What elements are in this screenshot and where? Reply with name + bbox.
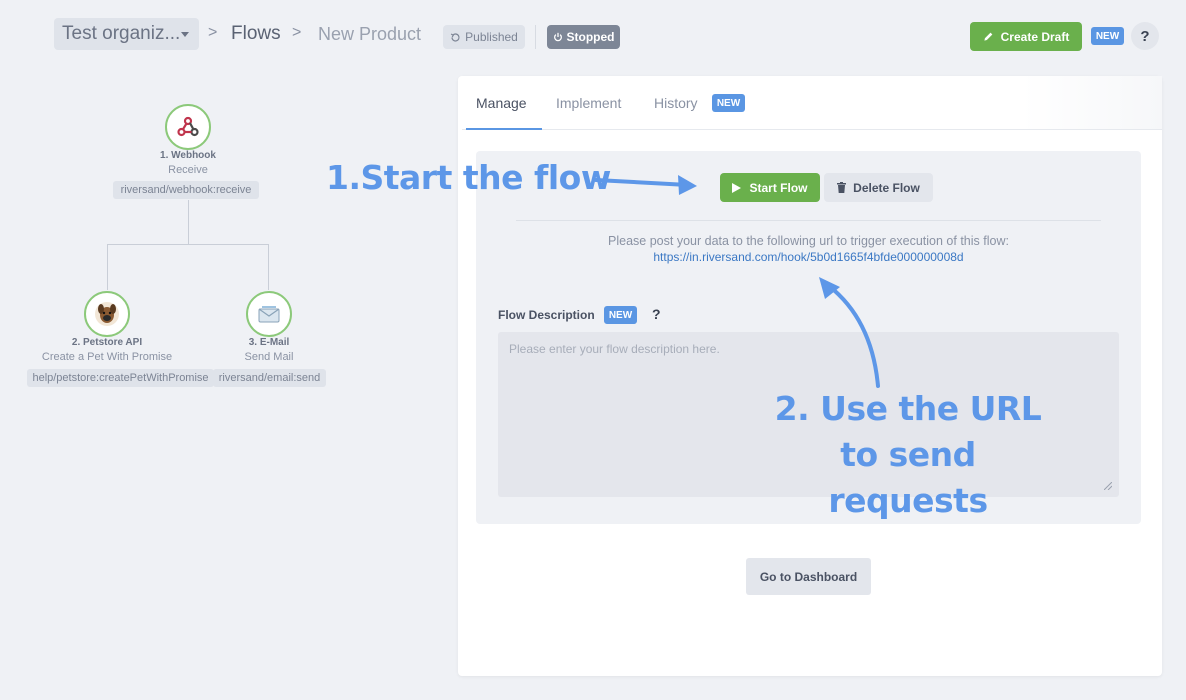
organization-select[interactable]: Test organiz... [54,18,199,50]
create-draft-button[interactable]: Create Draft [970,22,1082,51]
connector-line [188,200,189,244]
flow-description-label: Flow Description [498,308,595,322]
description-help-icon[interactable]: ? [652,306,661,322]
help-button[interactable]: ? [1131,22,1159,50]
new-badge: NEW [712,94,745,112]
node-subtitle: Create a Pet With Promise [41,351,173,363]
published-status-button[interactable]: Published [443,25,525,49]
node-path: riversand/email:send [213,369,326,387]
tab-bar: Manage Implement History NEW [462,76,1162,130]
email-icon [258,306,280,323]
tab-manage[interactable]: Manage [476,95,527,111]
node-path: riversand/webhook:receive [113,181,259,199]
chevron-down-icon [181,32,189,37]
history-icon [450,32,460,42]
published-label: Published [465,30,518,44]
pencil-icon [984,32,992,41]
start-flow-label: Start Flow [749,180,808,195]
divider [535,25,536,49]
annotation-step-2: 2. Use the URL to send requests [760,386,1056,524]
node-subtitle: Send Mail [244,351,294,363]
delete-flow-label: Delete Flow [853,180,920,195]
organization-name: Test organiz... [62,23,181,44]
flow-node-email[interactable] [246,291,292,337]
connector-line [107,244,108,290]
webhook-icon [177,116,199,137]
breadcrumb-separator-icon: > [292,24,302,41]
annotation-step-2-line-1: 2. Use the URL [774,389,1042,428]
stopped-status-badge[interactable]: Stopped [547,25,620,49]
go-to-dashboard-button[interactable]: Go to Dashboard [746,558,871,595]
breadcrumb-product-title: New Product [318,24,422,44]
flow-node-petstore[interactable] [84,291,130,337]
tab-implement[interactable]: Implement [556,95,621,111]
new-badge: NEW [604,306,637,324]
connector-line [268,244,269,290]
tab-history[interactable]: History [654,95,698,111]
start-flow-button[interactable]: Start Flow [720,173,820,202]
petstore-icon [95,302,119,326]
create-draft-label: Create Draft [1000,29,1070,44]
node-title: 1. Webhook [160,150,216,161]
breadcrumb-separator-icon: > [208,24,218,41]
resize-handle-icon[interactable] [1104,482,1112,490]
delete-flow-button[interactable]: Delete Flow [824,173,933,202]
power-icon [553,32,562,42]
annotation-step-2-line-2: to send requests [828,435,988,520]
divider [516,220,1101,221]
node-path: help/petstore:createPetWithPromise [27,369,214,387]
new-badge: NEW [1091,27,1124,45]
play-icon [732,182,742,193]
active-tab-indicator [466,128,542,130]
node-title: 2. Petstore API [71,337,143,348]
annotation-step-1: 1.Start the flow [326,158,611,197]
connector-line [107,244,269,245]
webhook-url-link[interactable]: https://in.riversand.com/hook/5b0d1665f4… [476,250,1141,264]
node-title: 3. E-Mail [248,337,290,348]
stopped-label: Stopped [566,30,615,44]
breadcrumb-flows-link[interactable]: Flows [231,23,281,45]
node-subtitle: Receive [168,164,208,176]
webhook-instructions: Please post your data to the following u… [608,234,1009,248]
trash-icon [837,182,847,193]
flow-node-webhook[interactable] [165,104,211,150]
